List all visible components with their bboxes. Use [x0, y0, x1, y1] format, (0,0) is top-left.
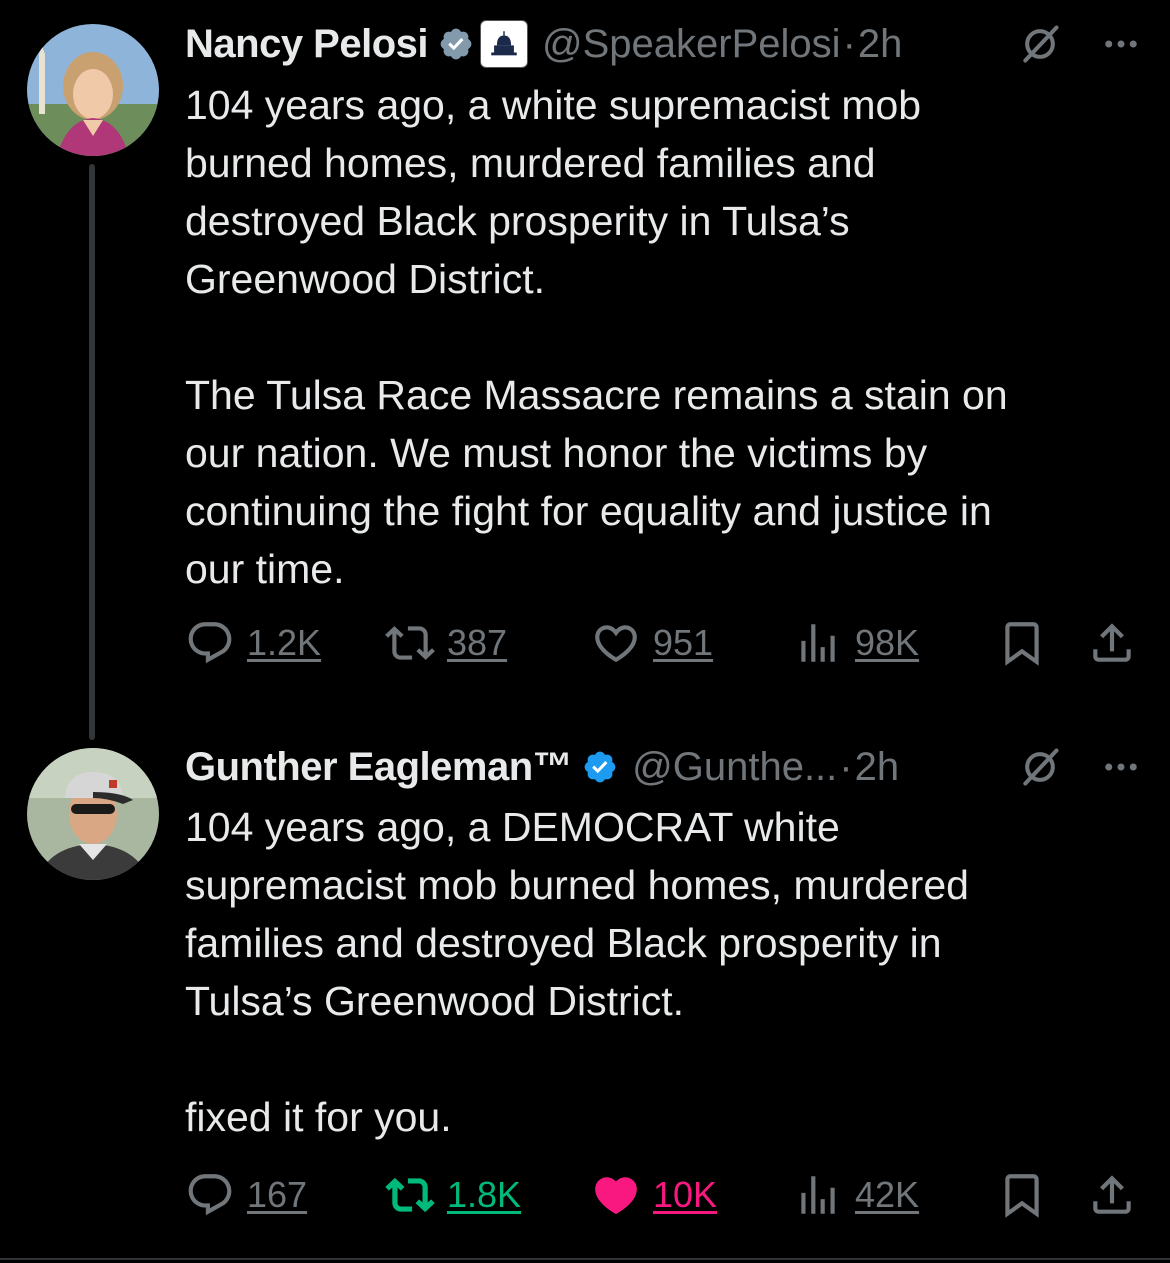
reply-count: 1.2K — [247, 622, 322, 663]
tweet-text: 104 years ago, a DEMOCRAT white supremac… — [185, 804, 969, 1140]
reply-count: 167 — [247, 1174, 308, 1215]
share-icon — [1093, 1175, 1131, 1214]
repost-icon — [385, 1177, 435, 1213]
share-button[interactable] — [1087, 1170, 1149, 1220]
tweet[interactable]: Gunther Eagleman™ @Gunthe... · 2h 104 ye… — [0, 720, 1170, 1263]
tweet[interactable]: Nancy Pelosi @SpeakerPelosi · 2h 104 yea… — [0, 0, 1170, 740]
views-chart-icon — [801, 624, 835, 662]
like-button[interactable]: 10K — [591, 1170, 717, 1220]
reply-button[interactable]: 1.2K — [185, 618, 321, 668]
repost-button[interactable]: 1.8K — [385, 1170, 521, 1220]
repost-icon — [385, 626, 435, 660]
display-name[interactable]: Gunther Eagleman™ — [185, 745, 573, 790]
avatar-image — [27, 24, 159, 156]
reply-icon — [188, 1174, 232, 1216]
timestamp[interactable]: 2h — [858, 22, 903, 67]
separator: · — [839, 744, 853, 789]
action-bar: 167 1.8K 10K 42K — [185, 1170, 1140, 1220]
more-options-icon[interactable] — [1100, 23, 1142, 65]
affiliation-badge[interactable] — [480, 20, 529, 68]
views-button[interactable]: 98K — [793, 618, 919, 668]
repost-button[interactable]: 387 — [385, 618, 507, 668]
reply-icon — [188, 622, 232, 664]
thread-connector — [89, 164, 95, 740]
like-count: 951 — [653, 622, 714, 663]
verified-badge-icon[interactable] — [582, 749, 618, 785]
heart-filled-icon — [595, 1177, 637, 1215]
views-button[interactable]: 42K — [793, 1170, 919, 1220]
timestamp[interactable]: 2h — [855, 745, 900, 790]
avatar-image — [27, 748, 159, 880]
tweet-text: 104 years ago, a white supremacist mob b… — [185, 82, 1008, 592]
repost-count: 387 — [447, 622, 508, 663]
heart-icon — [595, 625, 637, 663]
separator: · — [842, 21, 856, 66]
view-count: 42K — [855, 1174, 920, 1215]
repost-count: 1.8K — [447, 1174, 522, 1215]
divider — [0, 1258, 1170, 1260]
views-chart-icon — [801, 1176, 835, 1214]
tweet-header: Gunther Eagleman™ @Gunthe... · 2h — [185, 742, 1142, 792]
bookmark-icon — [1005, 622, 1039, 666]
handle[interactable]: @SpeakerPelosi — [542, 22, 841, 67]
like-count: 10K — [653, 1174, 718, 1215]
more-options-icon[interactable] — [1100, 746, 1142, 788]
display-name[interactable]: Nancy Pelosi — [185, 22, 429, 67]
view-count: 98K — [855, 622, 920, 663]
bookmark-button[interactable] — [997, 1170, 1059, 1220]
reply-button[interactable]: 167 — [185, 1170, 307, 1220]
capitol-dome-icon — [491, 31, 517, 56]
tweet-header: Nancy Pelosi @SpeakerPelosi · 2h — [185, 19, 1142, 69]
share-button[interactable] — [1087, 618, 1149, 668]
bookmark-button[interactable] — [997, 618, 1059, 668]
avatar[interactable] — [27, 748, 159, 880]
bookmark-icon — [1005, 1174, 1039, 1218]
handle[interactable]: @Gunthe... — [632, 745, 837, 790]
grok-icon[interactable] — [1018, 22, 1062, 66]
verified-badge-icon[interactable] — [438, 26, 474, 62]
action-bar: 1.2K 387 951 98K — [185, 618, 1140, 668]
share-icon — [1093, 623, 1131, 662]
avatar[interactable] — [27, 24, 159, 156]
grok-icon[interactable] — [1018, 745, 1062, 789]
like-button[interactable]: 951 — [591, 618, 713, 668]
